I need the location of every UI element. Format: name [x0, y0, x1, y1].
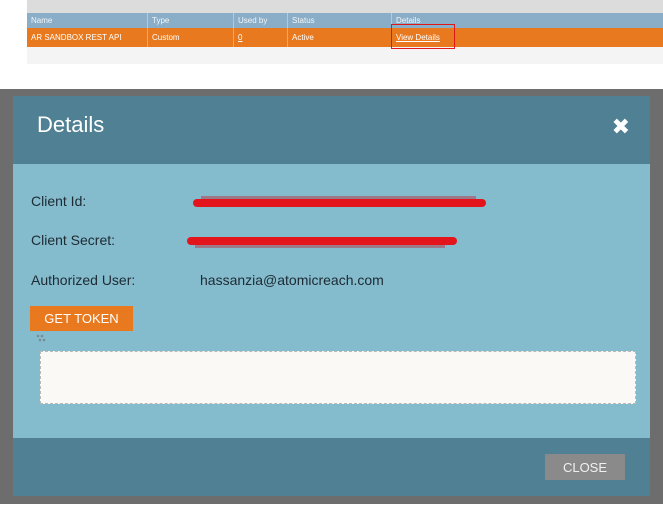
- modal-overlay: Details ✖ Client Id: Client Secret: Auth…: [0, 89, 663, 504]
- row-name: AR SANDBOX REST API: [27, 28, 148, 47]
- table-header: Name Type Used by Status Details: [27, 13, 663, 28]
- token-textarea[interactable]: [40, 351, 636, 404]
- table-top-bar: [27, 0, 663, 13]
- client-id-redacted-text: [201, 196, 476, 199]
- get-token-button[interactable]: GET TOKEN: [30, 306, 133, 331]
- authorized-user-label: Authorized User:: [31, 272, 136, 288]
- close-button[interactable]: CLOSE: [545, 454, 625, 480]
- header-type[interactable]: Type: [148, 13, 234, 28]
- header-used-by[interactable]: Used by: [234, 13, 288, 28]
- client-secret-redacted-text: [195, 245, 445, 248]
- row-status: Active: [288, 28, 392, 47]
- resize-grip-icon[interactable]: [35, 333, 47, 346]
- client-id-redacted: [193, 199, 486, 207]
- row-type: Custom: [148, 28, 234, 47]
- header-status[interactable]: Status: [288, 13, 392, 28]
- modal-footer: CLOSE: [13, 438, 650, 496]
- authorized-user-value: hassanzia@atomicreach.com: [200, 272, 384, 288]
- close-icon[interactable]: ✖: [612, 114, 630, 140]
- client-secret-label: Client Secret:: [31, 232, 116, 248]
- table-row[interactable]: AR SANDBOX REST API Custom 0 Active View…: [27, 28, 663, 47]
- modal-header: Details ✖: [13, 96, 650, 164]
- highlight-box: [391, 24, 455, 49]
- details-modal: Details ✖ Client Id: Client Secret: Auth…: [13, 96, 650, 496]
- used-by-link[interactable]: 0: [238, 33, 242, 42]
- client-secret-redacted: [187, 237, 457, 245]
- modal-title: Details: [37, 112, 105, 137]
- header-name[interactable]: Name: [27, 13, 148, 28]
- client-id-label: Client Id:: [31, 193, 87, 209]
- api-table: Name Type Used by Status Details AR SAND…: [27, 0, 663, 64]
- row-used-by-cell: 0: [234, 28, 288, 47]
